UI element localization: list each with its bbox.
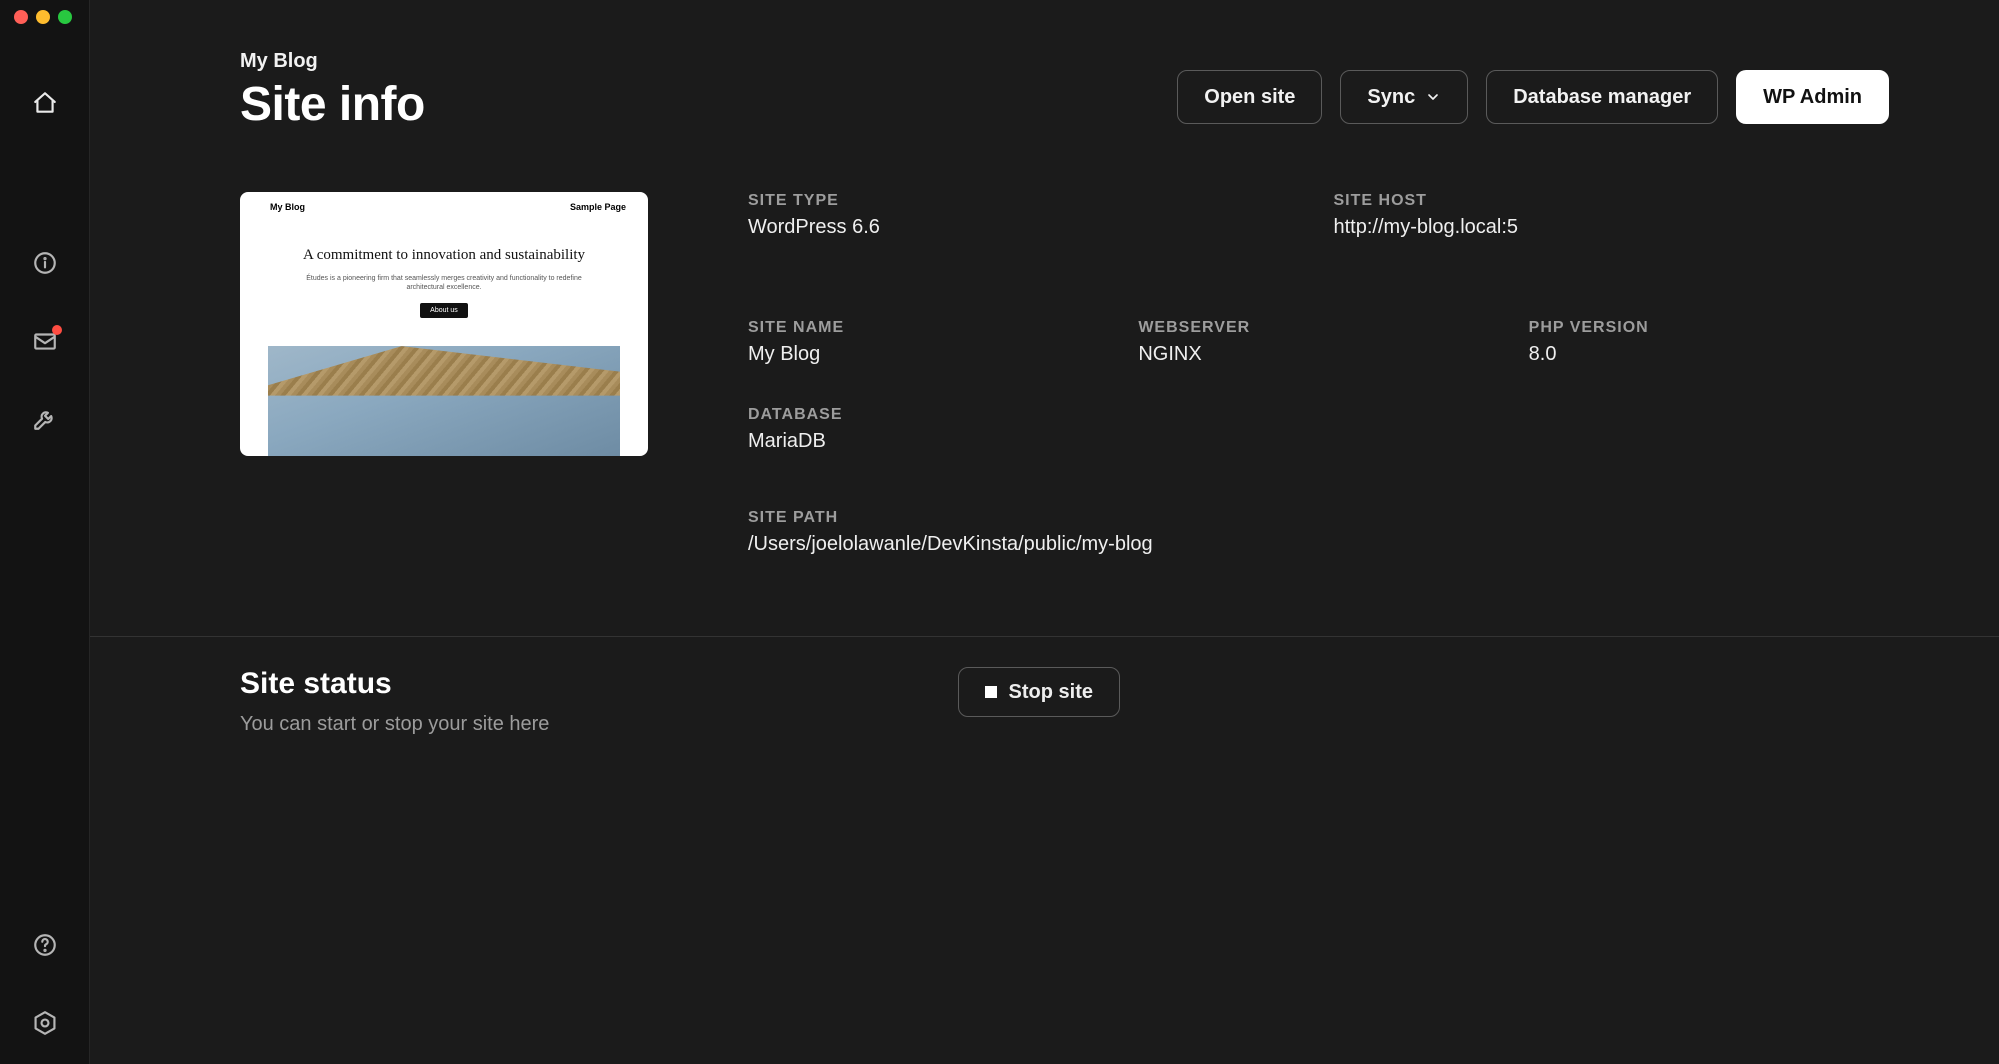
wrench-icon[interactable] [32, 406, 58, 432]
sync-label: Sync [1367, 86, 1415, 109]
site-name-value: My Blog [748, 343, 1108, 366]
section-divider [90, 636, 1999, 637]
window-zoom-icon[interactable] [58, 10, 72, 24]
breadcrumb: My Blog [240, 50, 425, 73]
preview-about-button: About us [420, 303, 468, 318]
site-host-value[interactable]: http://my-blog.local:5 [1334, 216, 1890, 239]
webserver-label: WEBSERVER [1138, 319, 1498, 337]
sync-button[interactable]: Sync [1340, 70, 1468, 124]
stop-site-button[interactable]: Stop site [958, 667, 1120, 717]
site-status-title: Site status [240, 667, 549, 701]
preview-nav-item: Sample Page [570, 202, 626, 212]
chevron-down-icon [1425, 89, 1441, 105]
site-type-value: WordPress 6.6 [748, 216, 1304, 239]
preview-site-name: My Blog [270, 202, 305, 212]
site-name-label: SITE NAME [748, 319, 1108, 337]
stop-site-label: Stop site [1009, 681, 1093, 704]
site-path-label: SITE PATH [748, 509, 1889, 527]
open-site-button[interactable]: Open site [1177, 70, 1322, 124]
database-label: DATABASE [748, 406, 1108, 424]
window-traffic-lights [14, 10, 72, 24]
main-content: My Blog Site info Open site Sync Databas… [90, 0, 1999, 1064]
sidebar [0, 0, 90, 1064]
site-path-value[interactable]: /Users/joelolawanle/DevKinsta/public/my-… [748, 533, 1889, 556]
window-close-icon[interactable] [14, 10, 28, 24]
preview-hero-image [268, 346, 620, 456]
open-site-label: Open site [1204, 86, 1295, 109]
site-type-label: SITE TYPE [748, 192, 1304, 210]
site-host-label: SITE HOST [1334, 192, 1890, 210]
preview-hero-title: A commitment to innovation and sustainab… [290, 246, 598, 266]
header-actions: Open site Sync Database manager WP Admin [1177, 70, 1889, 124]
mail-icon[interactable] [32, 328, 58, 354]
info-icon[interactable] [32, 250, 58, 276]
home-icon[interactable] [32, 90, 58, 116]
db-manager-label: Database manager [1513, 86, 1691, 109]
wp-admin-button[interactable]: WP Admin [1736, 70, 1889, 124]
php-version-value: 8.0 [1529, 343, 1889, 366]
php-version-label: PHP VERSION [1529, 319, 1889, 337]
stop-icon [985, 686, 997, 698]
site-status-subtitle: You can start or stop your site here [240, 713, 549, 736]
settings-icon[interactable] [32, 1010, 58, 1036]
database-manager-button[interactable]: Database manager [1486, 70, 1718, 124]
webserver-value: NGINX [1138, 343, 1498, 366]
wp-admin-label: WP Admin [1763, 86, 1862, 109]
site-preview-thumbnail[interactable]: My Blog Sample Page A commitment to inno… [240, 192, 648, 456]
database-value: MariaDB [748, 430, 1108, 453]
preview-hero-subtitle: Études is a pioneering firm that seamles… [290, 274, 598, 294]
help-icon[interactable] [32, 932, 58, 958]
window-minimize-icon[interactable] [36, 10, 50, 24]
page-title: Site info [240, 77, 425, 132]
notification-badge [52, 325, 62, 335]
